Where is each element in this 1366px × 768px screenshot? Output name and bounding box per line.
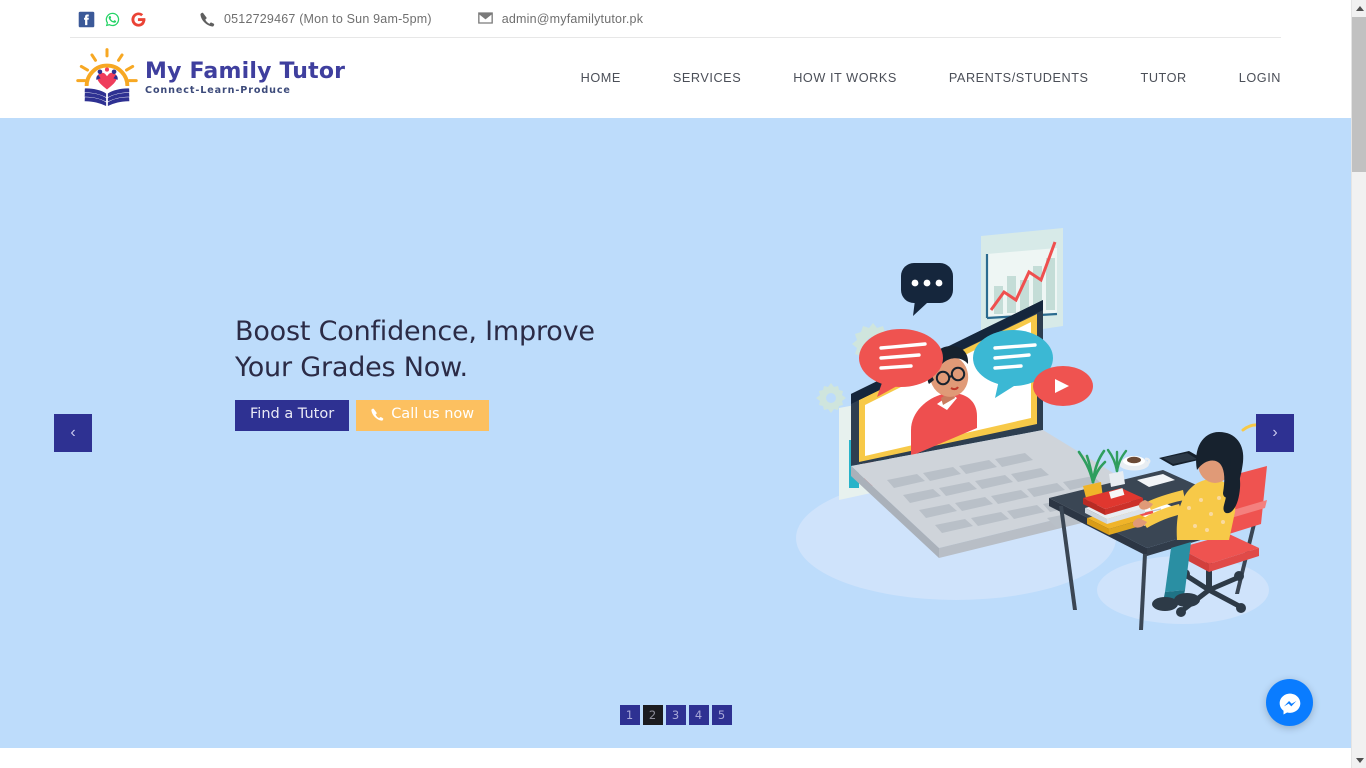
google-icon[interactable] xyxy=(130,11,147,28)
carousel-page-2[interactable]: 2 xyxy=(642,705,663,725)
hero-title: Boost Confidence, Improve Your Grades No… xyxy=(235,316,595,383)
nav-tutor[interactable]: TUTOR xyxy=(1141,63,1187,93)
call-us-now-button[interactable]: Call us now xyxy=(356,399,490,431)
scroll-up-button[interactable] xyxy=(1352,0,1366,16)
chevron-down-icon xyxy=(1355,757,1364,763)
facebook-icon[interactable] xyxy=(78,11,95,28)
logo-tagline: Connect-Learn-Produce xyxy=(145,85,291,97)
find-a-tutor-button[interactable]: Find a Tutor xyxy=(235,399,350,431)
hero-copy: Boost Confidence, Improve Your Grades No… xyxy=(235,314,755,431)
site-logo[interactable]: My Family Tutor Connect-Learn-Produce xyxy=(72,47,345,109)
phone-number: 0512729467 (Mon to Sun 9am-5pm) xyxy=(224,12,432,26)
nav-services[interactable]: SERVICES xyxy=(673,63,741,93)
page-content: 0512729467 (Mon to Sun 9am-5pm) admin@my… xyxy=(0,0,1351,768)
phone-contact[interactable]: 0512729467 (Mon to Sun 9am-5pm) xyxy=(200,12,432,27)
nav-home[interactable]: HOME xyxy=(581,63,621,93)
nav-how-it-works[interactable]: HOW IT WORKS xyxy=(793,63,897,93)
email-address: admin@myfamilytutor.pk xyxy=(501,12,644,26)
site-header: My Family Tutor Connect-Learn-Produce HO… xyxy=(0,38,1351,118)
carousel-next-button[interactable]: › xyxy=(1256,414,1294,452)
messenger-icon xyxy=(1275,688,1304,717)
hero-buttons: Find a Tutor Call us now xyxy=(235,399,755,431)
envelope-icon xyxy=(477,11,493,27)
main-navigation: HOME SERVICES HOW IT WORKS PARENTS/STUDE… xyxy=(581,63,1281,93)
carousel-page-5[interactable]: 5 xyxy=(711,705,732,725)
phone-icon xyxy=(200,12,215,27)
phone-icon xyxy=(371,408,384,421)
top-info-bar: 0512729467 (Mon to Sun 9am-5pm) admin@my… xyxy=(0,0,1351,38)
whatsapp-icon[interactable] xyxy=(104,11,121,28)
carousel-pagination: 1 2 3 4 5 xyxy=(619,705,732,725)
chevron-up-icon xyxy=(1355,5,1364,11)
logo-title: My Family Tutor xyxy=(145,58,346,84)
email-contact[interactable]: admin@myfamilytutor.pk xyxy=(477,11,644,27)
nav-login[interactable]: LOGIN xyxy=(1239,63,1281,93)
carousel-prev-button[interactable]: ‹ xyxy=(54,414,92,452)
scrollbar-thumb[interactable] xyxy=(1352,17,1366,172)
hero-carousel: Boost Confidence, Improve Your Grades No… xyxy=(0,118,1351,748)
carousel-page-4[interactable]: 4 xyxy=(688,705,709,725)
scroll-down-button[interactable] xyxy=(1352,752,1366,768)
messenger-chat-button[interactable] xyxy=(1266,679,1313,726)
browser-viewport: 0512729467 (Mon to Sun 9am-5pm) admin@my… xyxy=(0,0,1366,768)
carousel-page-3[interactable]: 3 xyxy=(665,705,686,725)
carousel-page-1[interactable]: 1 xyxy=(619,705,640,725)
page-scrollbar[interactable] xyxy=(1351,0,1366,768)
call-us-now-label: Call us now xyxy=(391,405,475,422)
online-tutoring-isometric-illustration xyxy=(791,218,1291,648)
social-links xyxy=(78,11,147,28)
nav-parents-students[interactable]: PARENTS/STUDENTS xyxy=(949,63,1089,93)
sun-heart-book-logo-icon xyxy=(72,47,142,109)
